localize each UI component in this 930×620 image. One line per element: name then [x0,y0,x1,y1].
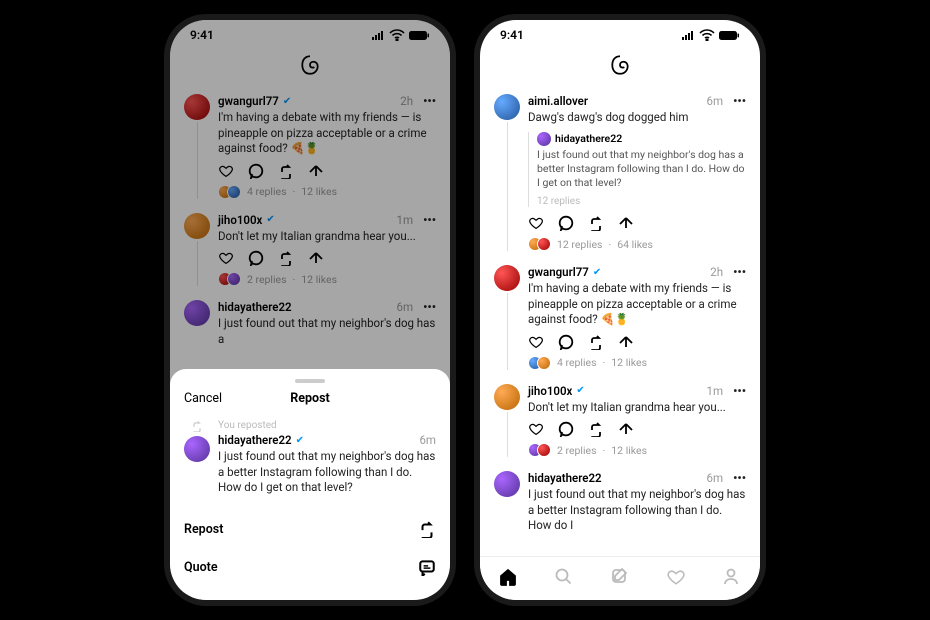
username[interactable]: aimi.allover [528,94,588,108]
share-icon[interactable] [618,334,634,350]
repost-icon[interactable] [588,334,604,350]
verified-icon: ✔ [296,435,304,446]
feed-post[interactable]: aimi.allover 6m ••• Dawg's dawg's dog do… [494,88,746,259]
share-icon[interactable] [618,421,634,437]
feed-post[interactable]: hidayathere22 6m ••• I just found out th… [494,465,746,546]
phone-right: 9:41 aimi.allover 6m ••• Dawg's dawg's d… [480,20,760,600]
threads-icon [609,54,631,76]
post-timestamp: 1m [707,384,724,398]
comment-icon[interactable] [558,334,574,350]
post-timestamp: 2h [710,265,723,279]
sheet-handle[interactable] [295,379,325,383]
post-text: I just found out that my neighbor's dog … [218,447,436,500]
like-count[interactable]: 12 likes [611,356,647,369]
comment-icon[interactable] [558,421,574,437]
more-icon[interactable]: ••• [733,94,746,108]
facepile[interactable] [528,443,551,457]
thread-line [507,412,508,458]
avatar[interactable] [494,384,520,410]
post-text: Don't let my Italian grandma hear you... [528,398,746,420]
more-icon[interactable]: ••• [733,471,746,485]
battery-icon [719,30,740,41]
username[interactable]: jiho100x [528,384,572,398]
post-timestamp: 6m [419,433,436,447]
sheet-title: Repost [290,391,330,406]
avatar [184,436,210,462]
post-text: I just found out that my neighbor's dog … [537,146,746,195]
username: hidayathere22 [555,132,622,145]
facepile[interactable] [528,356,551,370]
nav-search[interactable] [554,567,574,591]
username[interactable]: gwangurl77 [528,265,589,279]
nav-profile[interactable] [722,567,742,591]
phone-left: 9:41 gwangurl77 ✔ 2h ••• I'm having a de… [170,20,450,600]
quote-action[interactable]: Quote [184,548,436,586]
verified-icon: ✔ [593,267,601,278]
facepile[interactable] [528,237,551,251]
repost-icon[interactable] [588,215,604,231]
feed-post[interactable]: jiho100x ✔ 1m ••• Don't let my Italian g… [494,378,746,466]
repost-icon [418,520,436,538]
verified-icon: ✔ [576,385,584,396]
more-icon[interactable]: ••• [733,265,746,279]
thread-line [507,293,508,370]
nav-compose[interactable] [610,567,630,591]
reply-count[interactable]: 2 replies [557,444,597,457]
you-reposted-label: You reposted [218,420,436,431]
heart-icon[interactable] [528,334,544,350]
post-text: Dawg's dawg's dog dogged him [528,108,746,130]
wifi-icon [699,29,715,41]
signal-icon [682,30,695,41]
share-icon[interactable] [618,215,634,231]
feed: aimi.allover 6m ••• Dawg's dawg's dog do… [480,88,760,548]
status-icons [682,29,740,41]
statusbar: 9:41 [480,20,760,50]
username: hidayathere22 [218,433,292,447]
more-icon[interactable]: ••• [733,384,746,398]
username[interactable]: hidayathere22 [528,471,602,485]
repost-icon [191,420,203,432]
avatar[interactable] [494,471,520,497]
quote-icon [418,558,436,576]
quoted-post[interactable]: hidayathere22 I just found out that my n… [528,132,746,208]
cancel-button[interactable]: Cancel [184,391,222,406]
app-logo [480,50,760,88]
heart-icon[interactable] [528,421,544,437]
reply-count[interactable]: 4 replies [557,356,597,369]
avatar [537,132,551,146]
post-timestamp: 6m [707,471,724,485]
status-time: 9:41 [500,28,524,42]
bottom-nav [480,556,760,600]
thread-line [507,122,508,251]
repost-sheet: Cancel Repost You reposted hidayathere22… [170,369,450,600]
avatar[interactable] [494,94,520,120]
like-count[interactable]: 64 likes [617,238,653,251]
nav-home[interactable] [498,567,518,591]
post-text: I just found out that my neighbor's dog … [528,485,746,538]
comment-icon[interactable] [558,215,574,231]
feed-post[interactable]: gwangurl77 ✔ 2h ••• I'm having a debate … [494,259,746,378]
nav-activity[interactable] [666,567,686,591]
repost-action[interactable]: Repost [184,510,436,548]
reply-count: 12 replies [537,194,746,207]
reply-count[interactable]: 12 replies [557,238,602,251]
avatar[interactable] [494,265,520,291]
like-count[interactable]: 12 likes [611,444,647,457]
heart-icon[interactable] [528,215,544,231]
post-text: I'm having a debate with my friends — is… [528,279,746,332]
repost-icon[interactable] [588,421,604,437]
post-timestamp: 6m [707,94,724,108]
